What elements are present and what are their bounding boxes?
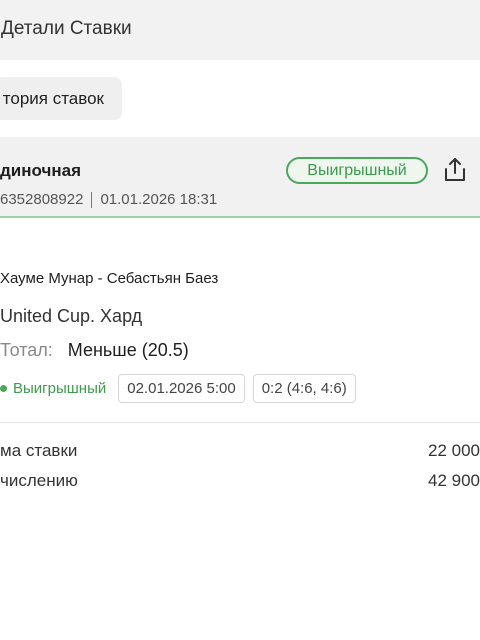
summary-row-stake: ма ставки 22 000 <box>0 441 480 463</box>
summary-value: 42 900 <box>428 471 480 490</box>
bet-meta: 6352808922 01.01.2026 18:31 <box>0 191 217 208</box>
summary-label: ма ставки <box>0 441 78 460</box>
summary-row-payout: числению 42 900 <box>0 471 480 493</box>
market-value: Меньше (20.5) <box>67 340 189 360</box>
event-status: Выигрышный <box>13 380 107 397</box>
bet-datetime: 01.01.2026 18:31 <box>100 191 218 208</box>
bet-type: диночная <box>0 161 81 180</box>
bet-summary-header: диночная Выигрышный 6352808922 01.01.202… <box>0 137 480 218</box>
summary-label: числению <box>0 471 78 490</box>
bet-history-label: тория ставок <box>2 88 104 108</box>
match-title: Хауме Мунар - Себастьян Баез <box>0 270 219 287</box>
event-status-row: Выигрышный 02.01.2026 5:00 0:2 (4:6, 4:6… <box>0 374 356 403</box>
meta-separator <box>91 191 93 208</box>
status-underline <box>0 216 480 218</box>
divider <box>0 422 480 423</box>
status-badge: Выигрышный <box>286 157 428 184</box>
event-date-chip: 02.01.2026 5:00 <box>118 374 245 403</box>
market-label: Тотал: <box>0 340 53 360</box>
bet-history-button[interactable]: тория ставок <box>0 77 122 120</box>
share-icon[interactable] <box>442 156 468 184</box>
event-score-chip: 0:2 (4:6, 4:6) <box>252 374 356 403</box>
page-title: Детали Ставки <box>1 18 132 39</box>
tournament-name: United Cup. Хард <box>0 306 143 326</box>
status-dot-icon <box>0 385 7 392</box>
app-header: Детали Ставки <box>0 0 480 60</box>
status-badge-label: Выигрышный <box>307 161 407 179</box>
summary-value: 22 000 <box>428 441 480 460</box>
market-row: Тотал: Меньше (20.5) <box>0 340 189 361</box>
bet-id: 6352808922 <box>0 191 84 208</box>
